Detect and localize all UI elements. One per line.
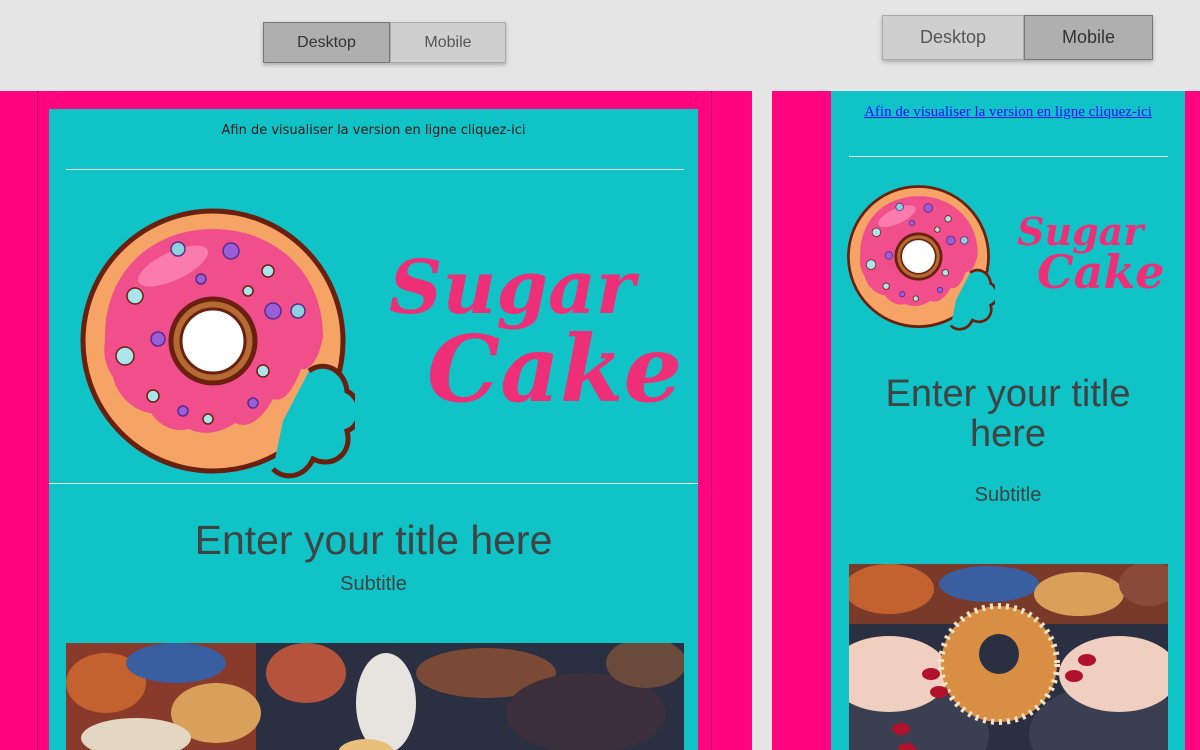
divider — [49, 483, 698, 484]
mobile-view-button[interactable]: Mobile — [1024, 15, 1153, 60]
hero-photo — [66, 643, 684, 750]
view-toggle-desktop-pane: Desktop Mobile — [263, 22, 506, 63]
donut-logo-icon — [847, 185, 995, 331]
mobile-view-button[interactable]: Mobile — [390, 22, 506, 63]
desktop-view-button[interactable]: Desktop — [263, 22, 390, 63]
divider — [66, 169, 684, 170]
desktop-view-button[interactable]: Desktop — [882, 15, 1024, 60]
email-title: Enter your title here — [194, 517, 553, 563]
email-body-desktop: Afin de visualiser la version en ligne c… — [49, 109, 698, 750]
logo-word-cake: Cake — [427, 315, 683, 423]
donut-logo-icon — [73, 201, 355, 479]
mobile-preview-pane: Afin de visualiser la version en ligne c… — [772, 91, 1200, 750]
email-body-mobile: Afin de visualiser la version en ligne c… — [831, 91, 1185, 750]
logo-word-sugar: Sugar — [389, 245, 635, 331]
content-guide-line — [37, 91, 38, 750]
view-online-link[interactable]: Afin de visualiser la version en ligne c… — [49, 123, 698, 138]
view-toggle-mobile-pane: Desktop Mobile — [882, 15, 1153, 60]
content-guide-line — [711, 91, 712, 750]
email-subtitle: Subtitle — [974, 484, 1042, 506]
divider — [849, 156, 1168, 157]
logo-word-cake: Cake — [1037, 245, 1165, 299]
desktop-preview-pane: Afin de visualiser la version en ligne c… — [0, 91, 752, 750]
email-title: Enter your title here — [885, 373, 1131, 455]
email-subtitle: Subtitle — [340, 573, 407, 595]
view-online-link[interactable]: Afin de visualiser la version en ligne c… — [831, 104, 1185, 121]
hero-photo — [849, 564, 1168, 750]
